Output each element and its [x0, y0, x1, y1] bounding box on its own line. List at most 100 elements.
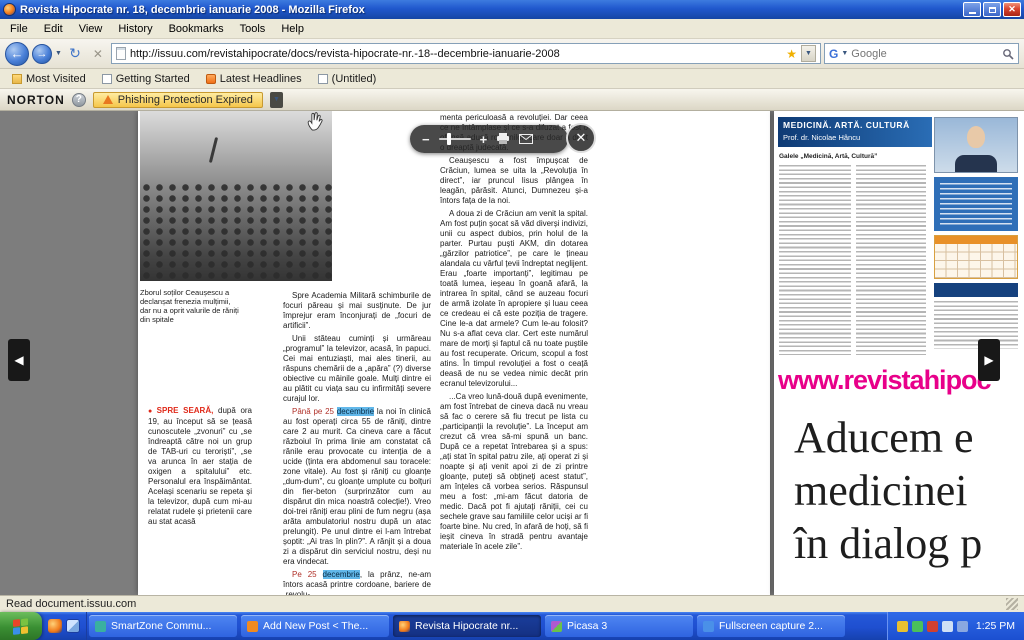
- article-column-2: menta periculoasă a revoluției. Dar ceea…: [440, 113, 588, 555]
- navy-banner: [934, 283, 1018, 297]
- url-dropdown-button[interactable]: ▼: [801, 45, 816, 62]
- forward-icon: →: [37, 48, 48, 60]
- taskbar-task-fullscreen-capture[interactable]: Fullscreen capture 2...: [697, 615, 845, 637]
- revolution-crowd-photo: [140, 111, 332, 281]
- next-page-button[interactable]: ▶: [978, 339, 1000, 381]
- menu-edit[interactable]: Edit: [36, 21, 71, 37]
- bullet-icon: ●: [148, 408, 155, 415]
- bookmark-getting-started[interactable]: Getting Started: [95, 72, 197, 86]
- paragraph: Pe 25 decembrie, la prânz, ne-am întors …: [283, 570, 431, 595]
- menu-bar: File Edit View History Bookmarks Tools H…: [0, 19, 1024, 39]
- show-desktop-icon[interactable]: [66, 619, 80, 633]
- phishing-warning-button[interactable]: Phishing Protection Expired: [93, 92, 263, 108]
- taskbar-task-revista-hipocrate[interactable]: Revista Hipocrate nr...: [393, 615, 541, 637]
- reload-button[interactable]: ↻: [65, 45, 85, 62]
- menu-history[interactable]: History: [110, 21, 160, 37]
- search-engine-dropdown-icon[interactable]: ▼: [841, 50, 848, 57]
- note-label: SPRE SEARĂ,: [157, 406, 214, 415]
- back-icon: ←: [11, 46, 24, 61]
- url-bar[interactable]: ★ ▼: [111, 43, 821, 64]
- minimize-button[interactable]: [963, 2, 981, 17]
- windows-logo-icon: [13, 618, 30, 635]
- search-box[interactable]: G ▼: [824, 43, 1019, 64]
- bookmark-most-visited[interactable]: Most Visited: [5, 72, 93, 86]
- site-favicon: [116, 47, 126, 60]
- print-icon[interactable]: [496, 133, 510, 145]
- history-dropdown-icon[interactable]: ▼: [55, 50, 62, 57]
- taskbar-task-add-new-post[interactable]: Add New Post < The...: [241, 615, 389, 637]
- google-logo-icon[interactable]: G: [829, 47, 838, 61]
- page-icon: [102, 74, 112, 84]
- close-button[interactable]: ✕: [1003, 2, 1021, 17]
- text-lines-placeholder: [779, 165, 851, 355]
- firefox-icon: [399, 621, 410, 632]
- zoom-slider-handle[interactable]: [447, 133, 451, 145]
- taskbar-task-picasa[interactable]: Picasa 3: [545, 615, 693, 637]
- stop-button[interactable]: ✕: [88, 47, 108, 61]
- headline-large: Aducem e medicinei în dialog p: [794, 411, 982, 570]
- viewer-toolbar: − +: [410, 125, 568, 153]
- chevron-down-icon: ▼: [805, 50, 812, 57]
- magazine-website-url: www.revistahipoc: [778, 365, 991, 396]
- menu-bookmarks[interactable]: Bookmarks: [161, 21, 232, 37]
- navigation-toolbar: ← → ▼ ↻ ✕ ★ ▼ G ▼: [0, 39, 1024, 69]
- menu-tools[interactable]: Tools: [232, 21, 274, 37]
- chevron-down-icon: ▼: [273, 96, 280, 103]
- tray-network-icon[interactable]: [927, 621, 938, 632]
- magazine-left-page[interactable]: Zborul soților Ceaușescu a declanșat fre…: [138, 111, 770, 595]
- bookmarks-bar: Most Visited Getting Started Latest Head…: [0, 69, 1024, 89]
- professor-portrait-photo: [934, 117, 1018, 173]
- start-button[interactable]: [0, 612, 42, 640]
- tray-antivirus-icon[interactable]: [912, 621, 923, 632]
- status-bar: Read document.issuu.com: [0, 595, 1024, 612]
- warning-icon: [103, 95, 113, 104]
- url-input[interactable]: [130, 48, 782, 60]
- folder-icon: [12, 74, 22, 84]
- bookmark-untitled[interactable]: (Untitled): [311, 72, 384, 86]
- norton-toolbar: NORTON ? Phishing Protection Expired ▼: [0, 89, 1024, 111]
- article-column-1: Spre Academia Militară schimburile de fo…: [283, 291, 431, 595]
- firefox-window: Revista Hipocrate nr. 18, decembrie ianu…: [0, 0, 1024, 640]
- system-tray: 1:25 PM: [887, 612, 1024, 640]
- search-icon[interactable]: [1002, 48, 1014, 60]
- menu-file[interactable]: File: [2, 21, 36, 37]
- section-title: MEDICINĂ. ARTĂ. CULTURĂ: [783, 120, 927, 130]
- norton-logo: NORTON: [7, 93, 65, 107]
- norton-dropdown-button[interactable]: ▼: [270, 92, 283, 108]
- tray-volume-icon[interactable]: [942, 621, 953, 632]
- viewer-close-button[interactable]: ✕: [566, 123, 596, 153]
- forward-button[interactable]: →: [32, 44, 52, 64]
- tray-update-icon[interactable]: [897, 621, 908, 632]
- quick-launch-firefox-icon[interactable]: [48, 619, 62, 633]
- search-highlight: decembrie: [337, 407, 374, 416]
- zoom-slider[interactable]: [439, 138, 471, 140]
- help-icon[interactable]: ?: [72, 93, 86, 107]
- email-icon[interactable]: [519, 134, 533, 144]
- search-input[interactable]: [851, 48, 999, 60]
- back-button[interactable]: ←: [5, 42, 29, 66]
- taskbar-clock[interactable]: 1:25 PM: [976, 620, 1015, 632]
- calendar-widget: [934, 235, 1018, 279]
- menu-help[interactable]: Help: [273, 21, 312, 37]
- windows-taskbar: SmartZone Commu... Add New Post < The...…: [0, 612, 1024, 640]
- menu-view[interactable]: View: [71, 21, 111, 37]
- firefox-app-icon: [3, 3, 16, 16]
- rss-icon: [206, 74, 216, 84]
- paragraph: Spre Academia Militară schimburile de fo…: [283, 291, 431, 331]
- taskbar-task-smartzone[interactable]: SmartZone Commu...: [89, 615, 237, 637]
- app-icon: [551, 621, 562, 632]
- previous-page-button[interactable]: ◀: [8, 339, 30, 381]
- title-bar[interactable]: Revista Hipocrate nr. 18, decembrie ianu…: [0, 0, 1024, 19]
- resize-grip[interactable]: [1006, 598, 1018, 610]
- zoom-in-button[interactable]: +: [480, 133, 488, 146]
- maximize-button[interactable]: [983, 2, 1001, 17]
- zoom-out-button[interactable]: −: [422, 133, 430, 146]
- app-icon: [247, 621, 258, 632]
- paragraph: A doua zi de Crăciun am venit la spital.…: [440, 209, 588, 389]
- section-header: MEDICINĂ. ARTĂ. CULTURĂ Prof. dr. Nicola…: [778, 117, 932, 147]
- paragraph: Ceaușescu a fost împușcat de Crăciun, lu…: [440, 156, 588, 206]
- bookmark-star-icon[interactable]: ★: [786, 48, 797, 60]
- bookmark-latest-headlines[interactable]: Latest Headlines: [199, 72, 309, 86]
- tray-messenger-icon[interactable]: [957, 621, 968, 632]
- photo-caption: Zborul soților Ceaușescu a declanșat fre…: [140, 288, 242, 324]
